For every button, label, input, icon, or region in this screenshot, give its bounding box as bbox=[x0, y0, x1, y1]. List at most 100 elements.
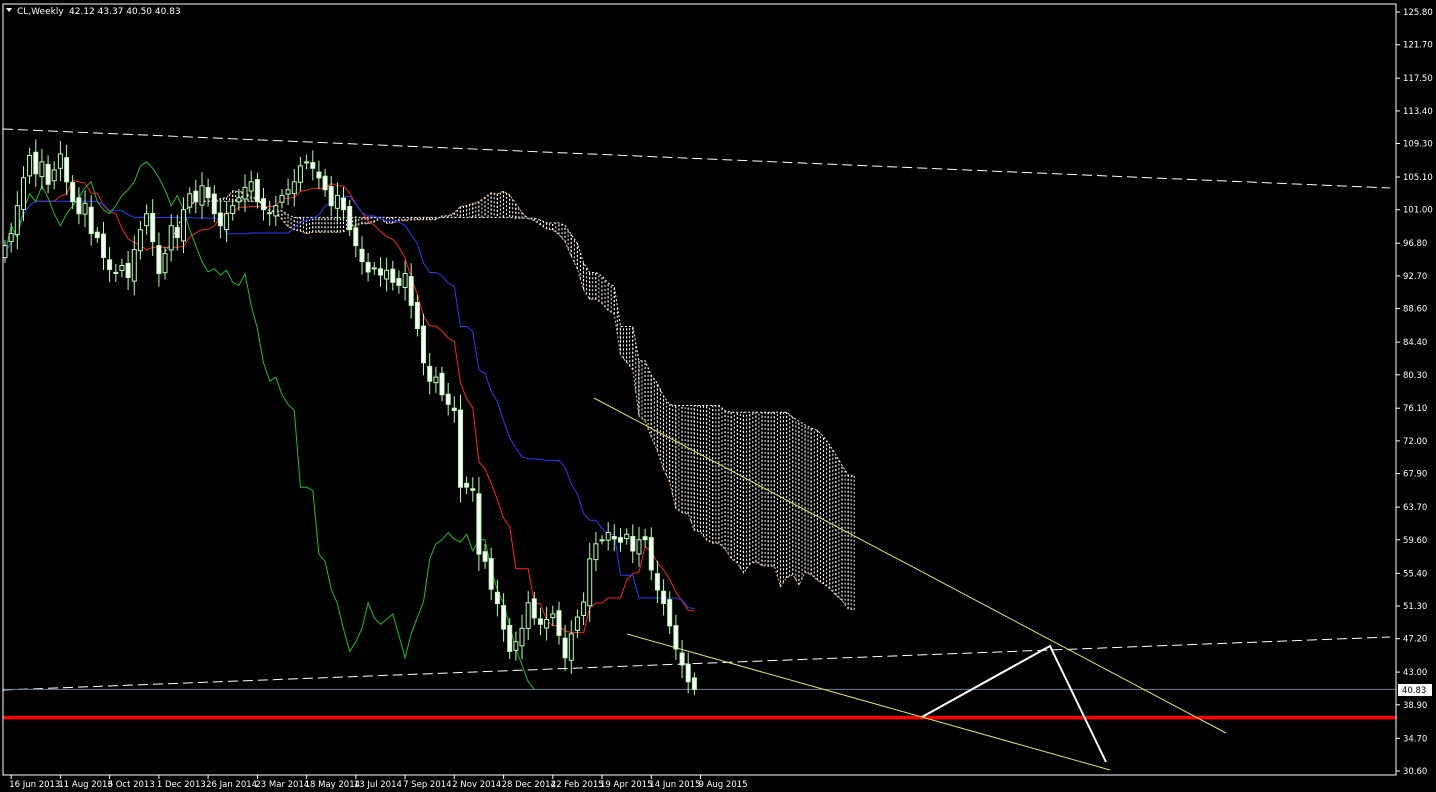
y-tick-label: 113.40 bbox=[1403, 107, 1433, 117]
y-tick-label: 125.80 bbox=[1403, 8, 1433, 18]
candle-bear bbox=[371, 267, 377, 270]
upper-dashed-trendline bbox=[2, 128, 1391, 189]
candle-bear bbox=[33, 151, 39, 175]
candle-bull bbox=[82, 202, 88, 215]
candle-bull bbox=[51, 169, 57, 182]
candle-bull bbox=[525, 602, 531, 629]
candle-bear bbox=[174, 227, 180, 239]
candle-bear bbox=[310, 162, 316, 169]
y-tick-label: 84.40 bbox=[1403, 338, 1427, 348]
candle-bull bbox=[636, 539, 642, 555]
y-tick-label: 38.90 bbox=[1403, 701, 1427, 711]
x-tick-label: 7 Sep 2014 bbox=[403, 780, 451, 790]
candle-bear bbox=[451, 407, 457, 412]
y-tick-label: 80.30 bbox=[1403, 371, 1427, 381]
senkou-span-b bbox=[164, 200, 855, 477]
candle-bear bbox=[501, 605, 507, 630]
candle-bull bbox=[285, 189, 291, 195]
candle-bear bbox=[667, 599, 673, 627]
candle-bull bbox=[402, 273, 408, 288]
candle-bull bbox=[21, 177, 26, 210]
candle-bear bbox=[630, 536, 636, 552]
candle-bull bbox=[513, 641, 519, 651]
candle-bear bbox=[685, 663, 691, 683]
candle-bear bbox=[70, 181, 76, 203]
ichimoku-lines bbox=[4, 161, 695, 690]
y-tick-label: 96.80 bbox=[1403, 239, 1427, 249]
candle-bear bbox=[476, 493, 482, 555]
candle-bear bbox=[427, 365, 433, 382]
x-tick-label: 2 Nov 2014 bbox=[452, 780, 501, 790]
y-tick-label: 105.10 bbox=[1403, 173, 1433, 183]
y-tick-label: 63.70 bbox=[1403, 503, 1427, 513]
x-tick-label: 22 Feb 2015 bbox=[551, 780, 604, 790]
x-tick-label: 23 Mar 2014 bbox=[255, 780, 309, 790]
senkou-span-a bbox=[164, 190, 855, 611]
candle-bull bbox=[2, 245, 8, 259]
candle-bear bbox=[193, 190, 199, 203]
candle-bull bbox=[14, 205, 20, 236]
drawn-annotations bbox=[921, 644, 1107, 763]
candle-bear bbox=[421, 325, 426, 364]
candlesticks bbox=[2, 139, 697, 695]
y-tick-label: 92.70 bbox=[1403, 272, 1427, 282]
candle-bull bbox=[273, 205, 279, 217]
y-tick-label: 88.60 bbox=[1403, 305, 1427, 315]
candle-bear bbox=[642, 536, 648, 541]
candle-bear bbox=[316, 171, 322, 179]
candle-bull bbox=[144, 213, 150, 227]
candle-bull bbox=[574, 616, 580, 631]
candle-bull bbox=[39, 161, 45, 178]
candle-bear bbox=[414, 302, 420, 329]
candle-bear bbox=[408, 276, 414, 306]
candle-bull bbox=[581, 601, 587, 616]
candle-bear bbox=[470, 488, 476, 491]
y-tick-label: 51.30 bbox=[1403, 602, 1427, 612]
candle-bull bbox=[199, 185, 205, 206]
candle-bull bbox=[162, 253, 168, 274]
candle-bull bbox=[599, 539, 605, 542]
ichimoku-cloud bbox=[164, 190, 855, 611]
price-chart[interactable]: 125.80 121.70 117.50 113.40 109.30 105.10 101.… bbox=[0, 0, 1436, 792]
candle-bear bbox=[88, 206, 94, 235]
x-tick-label: 6 Oct 2013 bbox=[108, 780, 155, 790]
candle-bull bbox=[131, 249, 137, 282]
candle-bear bbox=[365, 262, 371, 273]
candle-bull bbox=[8, 233, 14, 243]
candle-bear bbox=[211, 193, 217, 215]
trend-lines bbox=[2, 128, 1396, 771]
dropdown-triangle-icon[interactable] bbox=[6, 8, 12, 12]
y-tick-label: 76.10 bbox=[1403, 404, 1427, 414]
candle-bear bbox=[488, 558, 494, 590]
x-tick-label: 28 Dec 2014 bbox=[502, 780, 556, 790]
candle-bull bbox=[605, 532, 611, 541]
candle-bear bbox=[507, 624, 513, 652]
candle-bear bbox=[341, 197, 346, 211]
candle-bear bbox=[445, 393, 451, 405]
candle-bear bbox=[156, 245, 162, 275]
candle-bear bbox=[464, 482, 470, 488]
candle-bear bbox=[654, 573, 660, 591]
y-tick-label: 47.20 bbox=[1403, 635, 1427, 645]
candle-bull bbox=[587, 558, 593, 607]
candle-bear bbox=[531, 598, 537, 619]
candle-bear bbox=[347, 206, 353, 231]
candle-bull bbox=[27, 155, 33, 177]
x-tick-label: 19 Apr 2015 bbox=[600, 780, 653, 790]
last-price-label: 40.83 bbox=[1402, 686, 1426, 696]
x-tick-label: 1 Dec 2013 bbox=[157, 780, 206, 790]
ohlc-values: 42.12 43.37 40.50 40.83 bbox=[69, 7, 181, 17]
chikou-span-line bbox=[4, 161, 535, 690]
candle-bull bbox=[279, 194, 285, 203]
candle-bear bbox=[322, 175, 328, 191]
candle-bear bbox=[125, 262, 131, 278]
candle-bull bbox=[119, 265, 125, 271]
candle-bear bbox=[390, 268, 396, 283]
candle-bear bbox=[328, 185, 334, 207]
y-tick-label: 121.70 bbox=[1403, 41, 1433, 51]
candle-bear bbox=[538, 618, 543, 625]
y-tick-label: 34.70 bbox=[1403, 734, 1427, 744]
candle-bear bbox=[439, 372, 445, 396]
last-price-marker: 40.83 bbox=[1398, 684, 1432, 696]
candle-bull bbox=[230, 205, 236, 214]
